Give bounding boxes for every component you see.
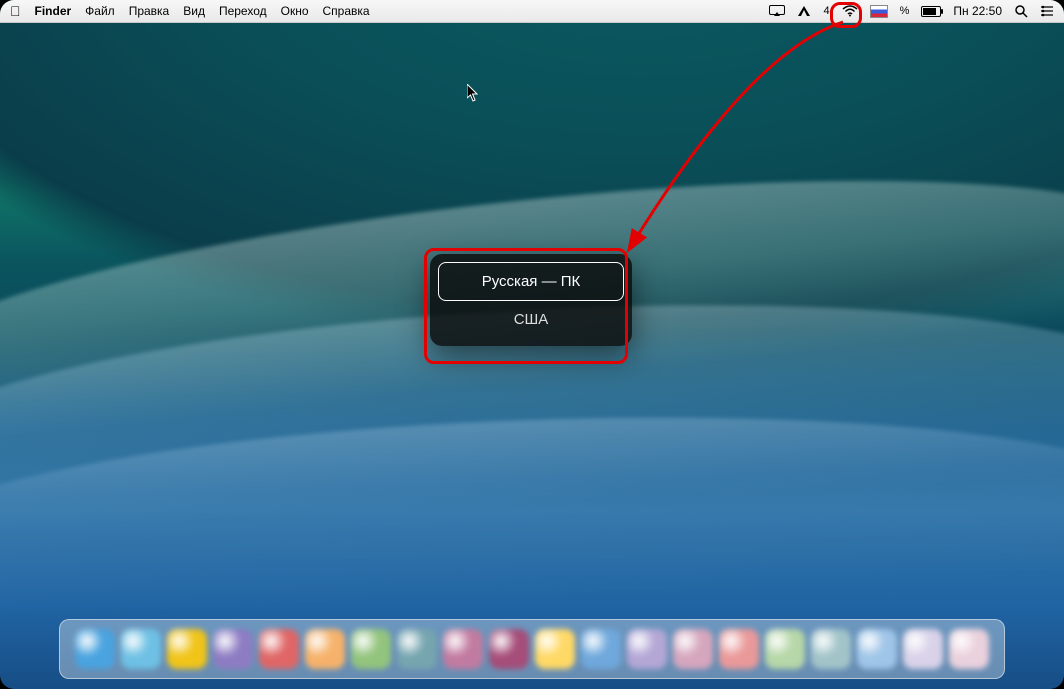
screen-mirroring-icon[interactable]	[769, 5, 785, 17]
dock-app[interactable]	[351, 629, 391, 669]
clock[interactable]: Пн 22:50	[953, 4, 1002, 18]
dock-app[interactable]	[581, 629, 621, 669]
dock-app[interactable]	[489, 629, 529, 669]
dock-app[interactable]	[397, 629, 437, 669]
dock-app[interactable]	[765, 629, 805, 669]
flag-icon	[870, 5, 888, 18]
menu-bar-right: 4 % Пн 22:50	[769, 4, 1054, 18]
menu-edit[interactable]: Правка	[129, 4, 170, 18]
input-source-option-us[interactable]: США	[438, 301, 624, 338]
dock-app[interactable]	[213, 629, 253, 669]
menu-help[interactable]: Справка	[323, 4, 370, 18]
dock-app[interactable]	[443, 629, 483, 669]
menu-go[interactable]: Переход	[219, 4, 267, 18]
menu-file[interactable]: Файл	[85, 4, 115, 18]
wifi-icon[interactable]	[842, 5, 858, 17]
input-source-option-russian[interactable]: Русская — ПК	[438, 262, 624, 301]
dock-app[interactable]	[949, 629, 989, 669]
menu-bar:  Finder Файл Правка Вид Переход Окно Сп…	[0, 0, 1064, 23]
dock-app[interactable]	[857, 629, 897, 669]
dock-app[interactable]	[75, 629, 115, 669]
dock-app[interactable]	[535, 629, 575, 669]
dock-app[interactable]	[903, 629, 943, 669]
app-name[interactable]: Finder	[35, 4, 72, 18]
dock-app[interactable]	[259, 629, 299, 669]
desktop-screen:  Finder Файл Правка Вид Переход Окно Сп…	[0, 0, 1064, 689]
battery-icon[interactable]	[921, 6, 941, 17]
dock[interactable]	[59, 619, 1005, 679]
menu-bar-left:  Finder Файл Правка Вид Переход Окно Сп…	[10, 4, 370, 18]
dock-app[interactable]	[167, 629, 207, 669]
input-source-menu-icon[interactable]	[870, 5, 888, 18]
bluetooth-status[interactable]: 4	[823, 5, 829, 17]
dock-app[interactable]	[121, 629, 161, 669]
apple-menu-icon[interactable]: 	[10, 4, 21, 18]
notification-center-icon[interactable]	[1040, 5, 1054, 17]
adobe-status-icon[interactable]	[797, 5, 811, 17]
menu-window[interactable]: Окно	[281, 4, 309, 18]
input-source-switcher[interactable]: Русская — ПК США	[430, 254, 632, 346]
dock-app[interactable]	[305, 629, 345, 669]
menu-view[interactable]: Вид	[183, 4, 205, 18]
dock-app[interactable]	[719, 629, 759, 669]
battery-percent-label: %	[900, 5, 910, 17]
dock-app[interactable]	[811, 629, 851, 669]
dock-app[interactable]	[627, 629, 667, 669]
dock-app[interactable]	[673, 629, 713, 669]
spotlight-icon[interactable]	[1014, 4, 1028, 18]
